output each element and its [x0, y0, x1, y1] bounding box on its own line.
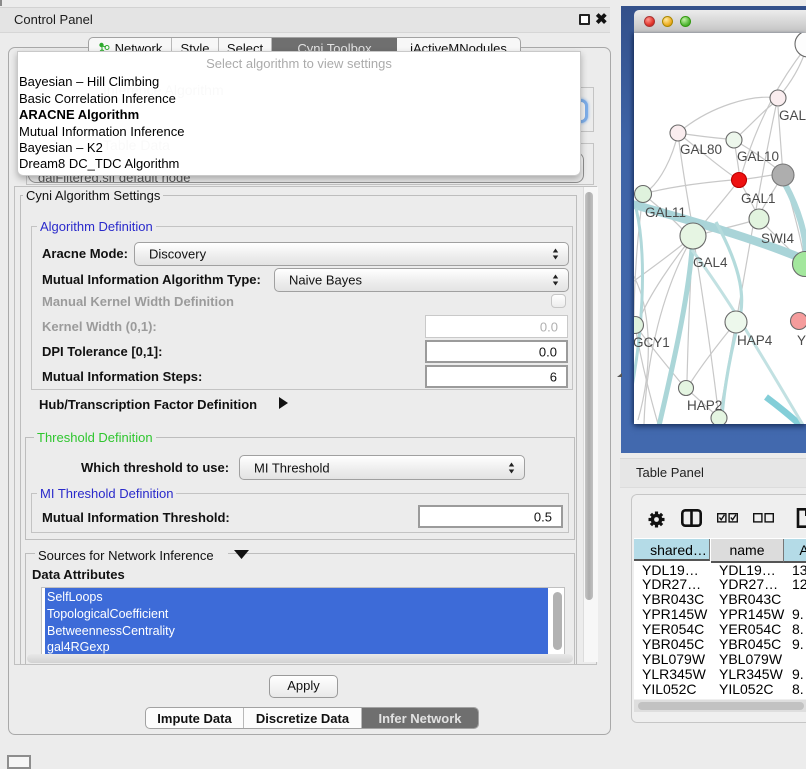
svg-text:SWI4: SWI4 [761, 231, 794, 246]
svg-text:GAL80: GAL80 [680, 142, 722, 157]
svg-text:HAP4: HAP4 [737, 333, 773, 348]
svg-text:Y: Y [797, 333, 806, 348]
svg-text:GCY1: GCY1 [634, 335, 670, 350]
svg-text:GAL11: GAL11 [645, 205, 686, 220]
svg-text:GAL: GAL [779, 108, 806, 123]
svg-text:GAL10: GAL10 [737, 149, 779, 164]
svg-text:GAL1: GAL1 [741, 191, 776, 206]
svg-text:HAP2: HAP2 [687, 398, 722, 413]
svg-text:GAL4: GAL4 [693, 255, 728, 270]
